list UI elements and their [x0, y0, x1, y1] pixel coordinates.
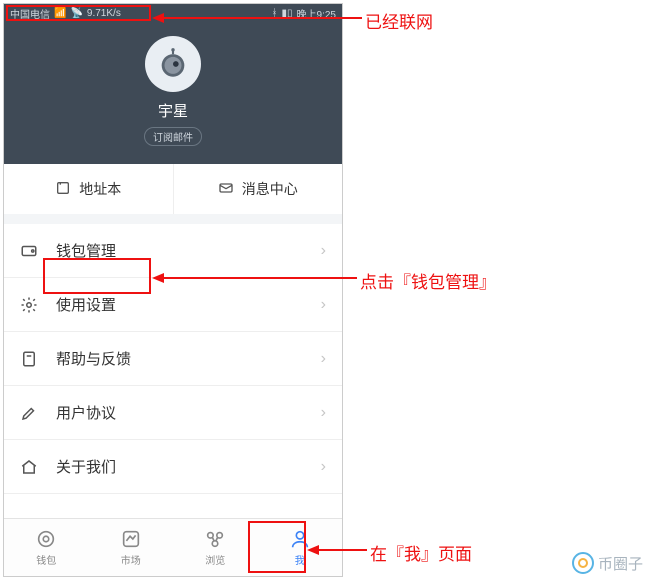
tab-me[interactable]: 我: [258, 519, 343, 576]
menu-agreement[interactable]: 用户协议 ›: [4, 386, 342, 440]
menu-wallet-manage-label: 钱包管理: [56, 240, 321, 261]
wallet-icon: [20, 242, 42, 260]
chevron-right-icon: ›: [321, 404, 326, 422]
status-bar: 中国电信 📶 📡 9.71K/s ᚼ ▮▯ 晚上9:25: [4, 4, 342, 22]
tab-bar: 钱包 市场 浏览 我: [4, 518, 342, 576]
tab-me-label: 我: [295, 552, 305, 567]
chevron-right-icon: ›: [321, 242, 326, 260]
quick-actions-row: 地址本 消息中心: [4, 164, 342, 214]
watermark: 币圈子: [572, 552, 643, 574]
market-tab-icon: [120, 528, 142, 550]
tab-browse[interactable]: 浏览: [173, 519, 258, 576]
chevron-right-icon: ›: [321, 296, 326, 314]
annotation-text-networked: 已经联网: [365, 8, 433, 33]
chevron-right-icon: ›: [321, 350, 326, 368]
tab-wallet[interactable]: 钱包: [4, 519, 89, 576]
net-speed: 9.71K/s: [87, 8, 121, 19]
annotation-text-me-page: 在『我』页面: [370, 540, 472, 565]
wallet-tab-icon: [35, 528, 57, 550]
address-book-icon: [55, 180, 71, 199]
avatar-robot-icon: [156, 47, 190, 81]
username-label: 宇星: [158, 100, 188, 121]
gear-icon: [20, 296, 42, 314]
menu-help-label: 帮助与反馈: [56, 348, 321, 369]
tab-market-label: 市场: [121, 552, 141, 567]
agreement-icon: [20, 404, 42, 422]
message-center-item[interactable]: 消息中心: [173, 164, 343, 214]
chevron-right-icon: ›: [321, 458, 326, 476]
help-icon: [20, 350, 42, 368]
home-icon: [20, 458, 42, 476]
browse-tab-icon: [204, 528, 226, 550]
clock-label: 晚上9:25: [297, 6, 336, 21]
subscribe-button[interactable]: 订阅邮件: [144, 127, 202, 146]
tab-market[interactable]: 市场: [89, 519, 174, 576]
menu-about[interactable]: 关于我们 ›: [4, 440, 342, 494]
signal-icon: 📶: [54, 8, 66, 19]
menu-agreement-label: 用户协议: [56, 402, 321, 423]
menu-settings-label: 使用设置: [56, 294, 321, 315]
annotation-text-click-wallet: 点击『钱包管理』: [360, 268, 496, 293]
wifi-icon: 📡: [70, 8, 82, 19]
carrier-label: 中国电信: [10, 6, 50, 21]
avatar[interactable]: [145, 36, 201, 92]
menu-about-label: 关于我们: [56, 456, 321, 477]
menu-settings[interactable]: 使用设置 ›: [4, 278, 342, 332]
person-tab-icon: [289, 528, 311, 550]
profile-area: 宇星 订阅邮件: [4, 22, 342, 164]
menu-wallet-manage[interactable]: 钱包管理 ›: [4, 224, 342, 278]
menu-help[interactable]: 帮助与反馈 ›: [4, 332, 342, 386]
message-center-label: 消息中心: [242, 179, 298, 199]
address-book-label: 地址本: [79, 179, 121, 199]
section-gap: [4, 214, 342, 224]
address-book-item[interactable]: 地址本: [4, 164, 173, 214]
message-center-icon: [218, 180, 234, 199]
menu-list: 钱包管理 › 使用设置 › 帮助与反馈 › 用户协议 ›: [4, 224, 342, 494]
phone-frame: 中国电信 📶 📡 9.71K/s ᚼ ▮▯ 晚上9:25 宇星 订阅邮件: [3, 3, 343, 577]
bluetooth-icon: ᚼ: [272, 8, 278, 19]
tab-browse-label: 浏览: [205, 552, 225, 567]
tab-wallet-label: 钱包: [36, 552, 56, 567]
watermark-label: 币圈子: [598, 553, 643, 574]
watermark-icon: [572, 552, 594, 574]
battery-icon: ▮▯: [282, 8, 293, 19]
